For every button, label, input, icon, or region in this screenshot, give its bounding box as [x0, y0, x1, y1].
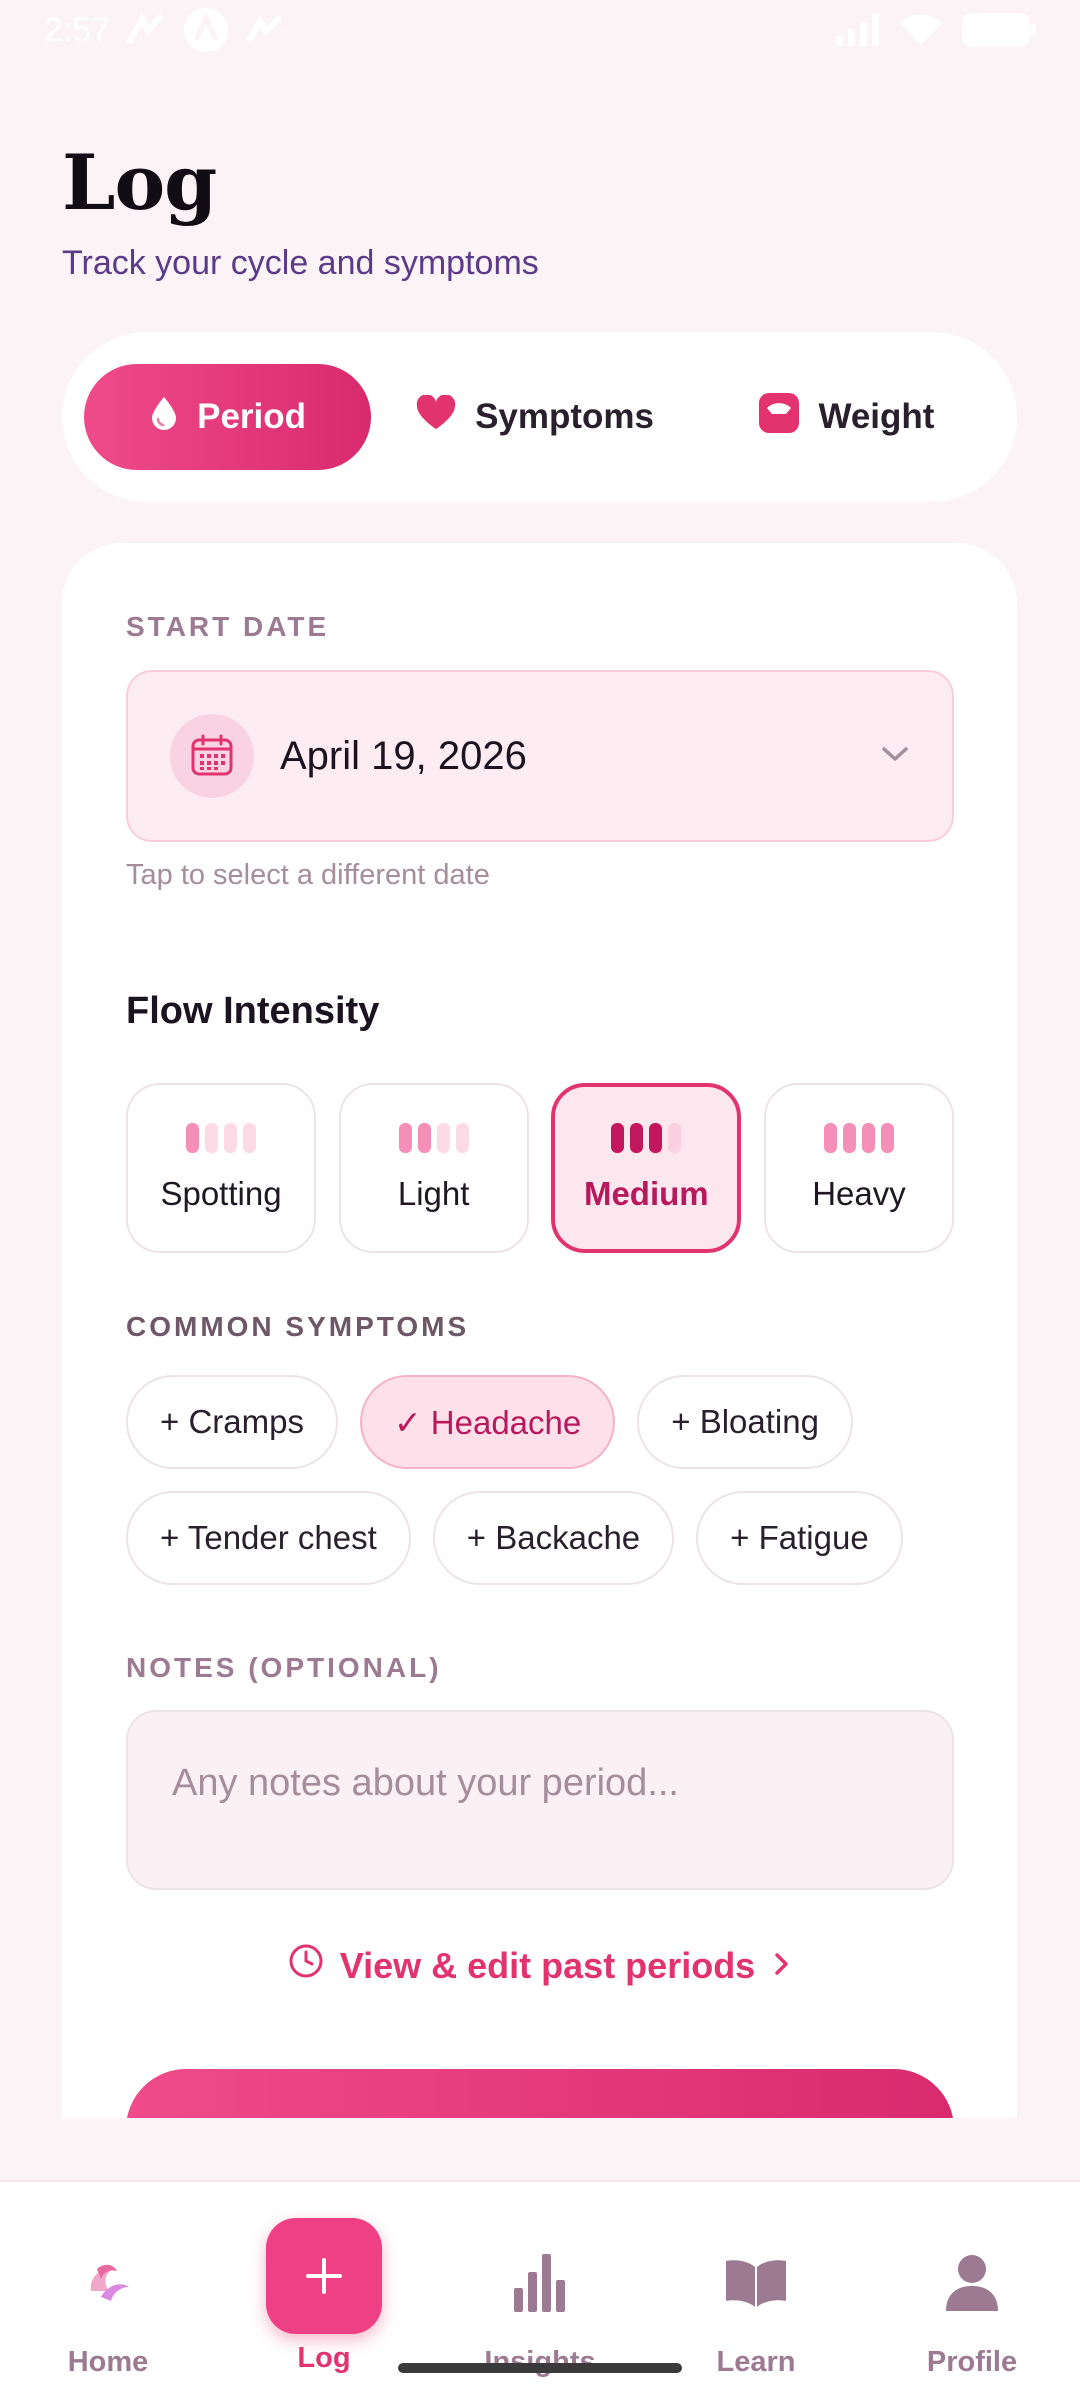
start-date-label: START DATE — [126, 611, 330, 642]
flow-option-label: Light — [397, 1175, 470, 1212]
tab-label: Symptoms — [475, 397, 654, 436]
plus-icon — [266, 2218, 382, 2334]
symptom-chip-cramps[interactable]: + Cramps — [126, 1375, 338, 1469]
flow-intensity-title: Flow Intensity — [126, 990, 380, 1032]
date-hint: Tap to select a different date — [126, 859, 490, 891]
tab-label: Weight — [818, 397, 935, 436]
nav-profile[interactable]: Profile — [864, 2182, 1080, 2400]
past-link-label: View & edit past periods — [339, 1944, 756, 1986]
nav-home[interactable]: Home — [0, 2182, 216, 2400]
app-notification-icon — [182, 6, 230, 54]
tab-symptoms[interactable]: Symptoms — [371, 364, 698, 470]
page-subtitle: Track your cycle and symptoms — [62, 244, 539, 282]
symptom-chip-backache[interactable]: + Backache — [432, 1491, 675, 1585]
nav-label: Log — [297, 2342, 351, 2374]
chevron-down-icon — [880, 744, 910, 769]
bar-chart-icon — [512, 2248, 568, 2318]
notification-icon — [126, 13, 166, 47]
chevron-right-icon — [771, 1945, 791, 1987]
flow-option-label: Medium — [583, 1175, 709, 1212]
intensity-bars-icon — [611, 1123, 682, 1153]
home-indicator[interactable] — [398, 2363, 682, 2373]
flow-option-label: Spotting — [160, 1175, 282, 1212]
tab-weight[interactable]: Weight — [698, 364, 995, 470]
log-type-tabs: Period Symptoms Weight — [62, 332, 1017, 502]
intensity-bars-icon — [823, 1123, 894, 1153]
notes-input[interactable]: Any notes about your period... — [126, 1710, 954, 1890]
signal-icon — [836, 14, 880, 46]
common-symptoms-label: COMMON SYMPTOMS — [126, 1311, 470, 1342]
symptom-chips: + Cramps ✓ Headache + Bloating + Tender … — [126, 1375, 966, 1607]
intensity-bars-icon — [398, 1123, 469, 1153]
flower-logo-icon — [83, 2248, 133, 2318]
notification-icon-2 — [246, 13, 282, 47]
symptom-chip-bloating[interactable]: + Bloating — [637, 1375, 853, 1469]
symptom-chip-headache[interactable]: ✓ Headache — [359, 1375, 616, 1469]
flow-option-spotting[interactable]: Spotting — [126, 1083, 316, 1253]
nav-label: Home — [67, 2346, 149, 2378]
nav-label: Learn — [716, 2346, 796, 2378]
tab-label: Period — [197, 397, 307, 436]
wifi-icon — [898, 13, 944, 47]
person-icon — [944, 2248, 1000, 2318]
flow-option-heavy[interactable]: Heavy — [763, 1083, 954, 1253]
flow-option-label: Heavy — [812, 1175, 906, 1212]
status-time: 2:57 — [44, 10, 111, 49]
nav-label: Profile — [926, 2346, 1018, 2378]
flow-intensity-options: Spotting Light Medium Heavy — [126, 1083, 954, 1253]
start-date-picker[interactable]: April 19, 2026 — [126, 670, 954, 842]
calendar-icon — [170, 714, 254, 798]
scale-icon — [758, 392, 800, 443]
book-icon — [724, 2248, 788, 2318]
clock-icon — [288, 1943, 324, 1988]
view-past-periods-link[interactable]: View & edit past periods — [62, 1943, 1017, 1988]
notes-label: NOTES (OPTIONAL) — [126, 1652, 442, 1683]
period-log-card: START DATE April 19, 2026 Tap to select … — [62, 543, 1017, 2118]
heart-icon — [415, 393, 457, 440]
battery-icon — [962, 13, 1036, 47]
symptom-chip-tender-chest[interactable]: + Tender chest — [126, 1491, 411, 1585]
drop-icon — [149, 395, 179, 440]
tab-period[interactable]: Period — [84, 364, 372, 470]
status-bar: 2:57 — [0, 0, 1080, 60]
page-title: Log — [62, 138, 217, 227]
symptom-chip-fatigue[interactable]: + Fatigue — [696, 1491, 903, 1585]
flow-option-medium[interactable]: Medium — [551, 1083, 742, 1253]
intensity-bars-icon — [186, 1123, 256, 1153]
start-date-value: April 19, 2026 — [280, 733, 527, 778]
flow-option-light[interactable]: Light — [338, 1083, 529, 1253]
save-button[interactable] — [126, 2069, 954, 2118]
